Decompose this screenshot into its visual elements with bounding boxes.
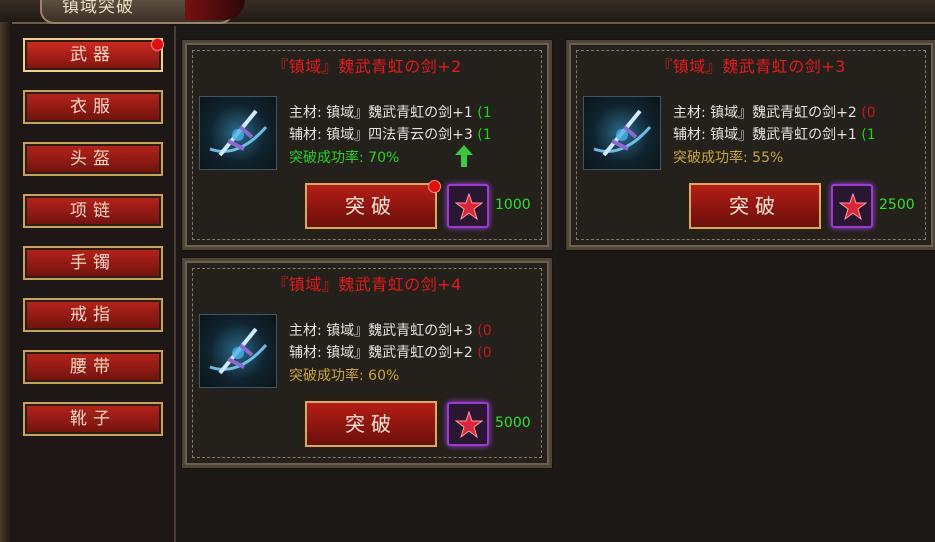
sidebar-item-helmet[interactable]: 头盔 [23,142,163,176]
red-star-gem-icon [455,411,483,439]
notification-dot [151,38,164,51]
sidebar-item-weapon[interactable]: 武器 [23,38,163,72]
red-star-gem-icon [839,193,867,221]
main-material-count: (0 [477,323,492,339]
breakthrough-card: 『镇域』魏武青虹の剑+2 主材: 镇域』魏武青虹の剑+1 (1 辅材: 镇域』四… [182,40,552,250]
success-rate: 突破成功率: 70% [289,150,400,166]
breakthrough-button[interactable]: 突破 [305,183,437,229]
card-title: 『镇域』魏武青虹の剑+3 [656,57,846,76]
card-title: 『镇域』魏武青虹の剑+2 [272,57,462,76]
sidebar-item-necklace[interactable]: 项链 [23,194,163,228]
up-arrow-icon [455,145,473,167]
breakthrough-card: 『镇域』魏武青虹の剑+4 主材: 镇域』魏武青虹の剑+3 (0 辅材: 镇域』魏… [182,258,552,468]
sub-material-count: (0 [477,345,492,361]
main-material-count: (0 [861,105,876,121]
gem-slot[interactable] [831,184,873,228]
equipment-sidebar: 武器 衣服 头盔 项链 手镯 戒指 腰带 靴子 [12,26,176,542]
main-material-count: (1 [477,105,492,121]
sub-material-count: (1 [477,127,492,143]
main-material: 主材: 镇域』魏武青虹の剑+3 (0 [289,320,492,340]
success-rate: 突破成功率: 55% [673,150,784,166]
cost-value: 2500 [879,197,915,213]
sub-material: 辅材: 镇域』魏武青虹の剑+2 (0 [289,342,492,362]
sidebar-item-belt[interactable]: 腰带 [23,350,163,384]
notification-dot [428,180,441,193]
main-material-text: 主材: 镇域』魏武青虹の剑+1 [289,105,473,121]
breakthrough-card: 『镇域』魏武青虹の剑+3 主材: 镇域』魏武青虹の剑+2 (0 辅材: 镇域』魏… [566,40,935,250]
cost-value: 1000 [495,197,531,213]
sword-item-icon[interactable] [583,96,661,170]
sub-material-count: (1 [861,127,876,143]
cost-value: 5000 [495,415,531,431]
gem-slot[interactable] [447,184,489,228]
sub-material: 辅材: 镇域』魏武青虹の剑+1 (1 [673,124,876,144]
sidebar-item-boots[interactable]: 靴子 [23,402,163,436]
sub-material: 辅材: 镇域』四法青云の剑+3 (1 [289,124,492,144]
success-rate: 突破成功率: 60% [289,368,400,384]
sword-item-icon[interactable] [199,314,277,388]
main-material: 主材: 镇域』魏武青虹の剑+1 (1 [289,102,492,122]
red-star-gem-icon [455,193,483,221]
breakthrough-button[interactable]: 突破 [689,183,821,229]
card-title: 『镇域』魏武青虹の剑+4 [272,275,462,294]
sub-material-text: 辅材: 镇域』魏武青虹の剑+2 [289,345,473,361]
main-material-text: 主材: 镇域』魏武青虹の剑+3 [289,323,473,339]
sword-item-icon[interactable] [199,96,277,170]
sidebar-item-bracelet[interactable]: 手镯 [23,246,163,280]
main-material: 主材: 镇域』魏武青虹の剑+2 (0 [673,102,876,122]
sub-material-text: 辅材: 镇域』四法青云の剑+3 [289,127,473,143]
breakthrough-button[interactable]: 突破 [305,401,437,447]
gem-slot[interactable] [447,402,489,446]
window-title: 镇域突破 [62,0,134,17]
left-frame-edge [0,22,12,542]
sidebar-item-ring[interactable]: 戒指 [23,298,163,332]
sub-material-text: 辅材: 镇域』魏武青虹の剑+1 [673,127,857,143]
main-material-text: 主材: 镇域』魏武青虹の剑+2 [673,105,857,121]
sidebar-item-clothes[interactable]: 衣服 [23,90,163,124]
breakthrough-panel: 『镇域』魏武青虹の剑+2 主材: 镇域』魏武青虹の剑+1 (1 辅材: 镇域』四… [176,26,935,542]
